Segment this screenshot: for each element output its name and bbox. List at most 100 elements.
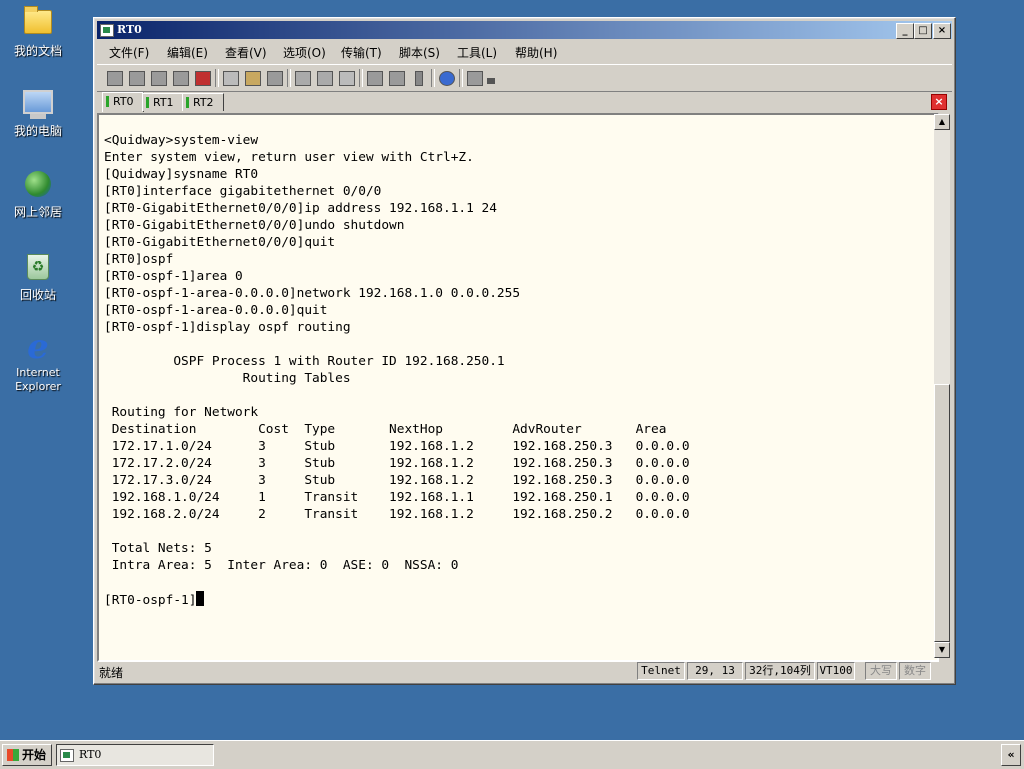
terminal-line: [RT0-ospf-1-area-0.0.0.0]network 192.168… [104, 286, 521, 301]
desktop-icon-recycle-bin[interactable]: ♻ 回收站 [4, 250, 72, 302]
desktop-icon-network[interactable]: 网上邻居 [4, 168, 72, 219]
recycle-bin-icon: ♻ [22, 254, 54, 286]
terminal-line: [RT0]ospf [104, 252, 174, 267]
terminal-line: Routing for Network [111, 405, 259, 420]
tab-rt1[interactable]: RT1 [142, 93, 184, 111]
terminal-line: Enter system view, return user view with… [104, 150, 474, 165]
menu-transfer[interactable]: 传输(T) [341, 44, 382, 61]
status-protocol: Telnet [637, 662, 685, 680]
menu-tools[interactable]: 工具(L) [457, 44, 497, 61]
terminal-line: 192.168.2.0/24 2 Transit 192.168.1.2 192… [111, 507, 690, 522]
print-setup-icon[interactable] [337, 69, 355, 86]
connect-icon[interactable] [105, 69, 123, 86]
toolbar-separator [431, 69, 435, 87]
vertical-scrollbar[interactable]: ▲ ▼ [934, 114, 950, 658]
folder-icon [22, 6, 54, 42]
app-icon [60, 749, 74, 762]
session-options-icon[interactable] [365, 69, 383, 86]
terminal-line: Routing Tables [242, 371, 351, 386]
menu-options[interactable]: 选项(O) [283, 44, 326, 61]
print-icon[interactable] [293, 69, 311, 86]
desktop-icon-label: 网上邻居 [13, 205, 62, 219]
terminal-output: <Quidway>system-view Enter system view, … [104, 132, 690, 609]
desktop-icon-label: 我的文档 [13, 44, 62, 58]
desktop-icon-label: 回收站 [19, 288, 56, 302]
network-icon [22, 171, 54, 203]
status-bar: 就绪 Telnet 29, 13 32行,104列 VT100 大写 数字 [97, 661, 952, 681]
taskbar-item-rt0[interactable]: RT0 [56, 744, 214, 766]
title-bar[interactable]: RT0 _ □ × [97, 21, 952, 39]
computer-icon [22, 90, 54, 122]
terminal-line: OSPF Process 1 with Router ID 192.168.25… [173, 354, 505, 369]
toolbar-separator [359, 69, 363, 87]
status-terminal-size: 32行,104列 [745, 662, 815, 680]
close-tab-icon[interactable]: × [931, 94, 947, 110]
desktop-icon-label: 我的电脑 [13, 124, 62, 138]
internet-explorer-icon: e [27, 327, 49, 367]
status-emulation: VT100 [817, 662, 855, 680]
menu-script[interactable]: 脚本(S) [399, 44, 440, 61]
toolbar-separator [459, 69, 463, 87]
scroll-up-icon[interactable]: ▲ [934, 114, 950, 130]
start-label: 开始 [22, 748, 47, 762]
window-title: RT0 [117, 23, 142, 36]
status-num-lock: 数字 [899, 662, 931, 680]
windows-logo-icon [7, 749, 19, 761]
terminal-line: Total Nets: 5 [111, 541, 212, 556]
terminal-line: 172.17.1.0/24 3 Stub 192.168.1.2 192.168… [111, 439, 690, 454]
toolbar [97, 64, 952, 92]
terminal-line: [RT0-ospf-1]display ospf routing [104, 320, 351, 335]
terminal-line: Destination Cost Type NextHop AdvRouter … [111, 422, 667, 437]
help-icon[interactable] [437, 69, 455, 86]
print-selection-icon[interactable] [315, 69, 333, 86]
desktop-icon-my-documents[interactable]: 我的文档 [4, 4, 72, 58]
terminal-line: [RT0-ospf-1-area-0.0.0.0]quit [104, 303, 328, 318]
keymap-icon[interactable] [465, 69, 483, 86]
start-button[interactable]: 开始 [2, 744, 52, 766]
session-tabs: RT0 RT1 RT2 × [97, 92, 952, 113]
global-options-icon[interactable] [387, 69, 405, 86]
terminal-line: 172.17.2.0/24 3 Stub 192.168.1.2 192.168… [111, 456, 690, 471]
desktop-icon-label: Internet Explorer [15, 366, 61, 393]
desktop-icon-internet-explorer[interactable]: e Internet Explorer [4, 327, 72, 394]
terminal-line: [RT0-ospf-1]area 0 [104, 269, 243, 284]
app-icon [100, 24, 114, 37]
terminal-prompt: [RT0-ospf-1] [104, 593, 197, 608]
terminal-line: Intra Area: 5 Inter Area: 0 ASE: 0 NSSA:… [111, 558, 459, 573]
terminal-line: [RT0-GigabitEthernet0/0/0]undo shutdown [104, 218, 405, 233]
terminal-line: [RT0]interface gigabitethernet 0/0/0 [104, 184, 382, 199]
terminal-line: [RT0-GigabitEthernet0/0/0]quit [104, 235, 336, 250]
quick-connect-icon[interactable] [127, 69, 145, 86]
connect-tab-icon[interactable] [149, 69, 167, 86]
desktop-icon-my-computer[interactable]: 我的电脑 [4, 86, 72, 138]
maximize-button[interactable]: □ [914, 23, 932, 39]
taskbar-item-label: RT0 [79, 748, 102, 761]
menu-help[interactable]: 帮助(H) [515, 44, 557, 61]
terminal-line: [RT0-GigabitEthernet0/0/0]ip address 192… [104, 201, 497, 216]
taskbar: 开始 RT0 « [0, 740, 1024, 769]
terminal-line: <Quidway>system-view [104, 133, 259, 148]
minimize-button[interactable]: _ [896, 23, 914, 39]
disconnect-icon[interactable] [193, 69, 211, 86]
find-icon[interactable] [265, 69, 283, 86]
menu-edit[interactable]: 编辑(E) [167, 44, 208, 61]
scroll-down-icon[interactable]: ▼ [934, 642, 950, 658]
paste-icon[interactable] [243, 69, 261, 86]
terminal-screen[interactable]: <Quidway>system-view Enter system view, … [97, 113, 939, 662]
close-button[interactable]: × [933, 23, 951, 39]
tab-rt0[interactable]: RT0 [102, 92, 144, 112]
menu-file[interactable]: 文件(F) [109, 44, 149, 61]
tray-expand-button[interactable]: « [1001, 744, 1021, 766]
reconnect-icon[interactable] [171, 69, 189, 86]
toolbar-overflow-icon[interactable] [485, 69, 495, 86]
toolbar-separator [215, 69, 219, 87]
scroll-thumb[interactable] [934, 384, 950, 642]
status-caps-lock: 大写 [865, 662, 897, 680]
key-icon[interactable] [409, 69, 427, 86]
tab-rt2[interactable]: RT2 [182, 93, 224, 111]
toolbar-separator [287, 69, 291, 87]
copy-icon[interactable] [221, 69, 239, 86]
menu-view[interactable]: 查看(V) [225, 44, 267, 61]
terminal-line: 192.168.1.0/24 1 Transit 192.168.1.1 192… [111, 490, 690, 505]
menu-bar: 文件(F) 编辑(E) 查看(V) 选项(O) 传输(T) 脚本(S) 工具(L… [97, 41, 952, 61]
